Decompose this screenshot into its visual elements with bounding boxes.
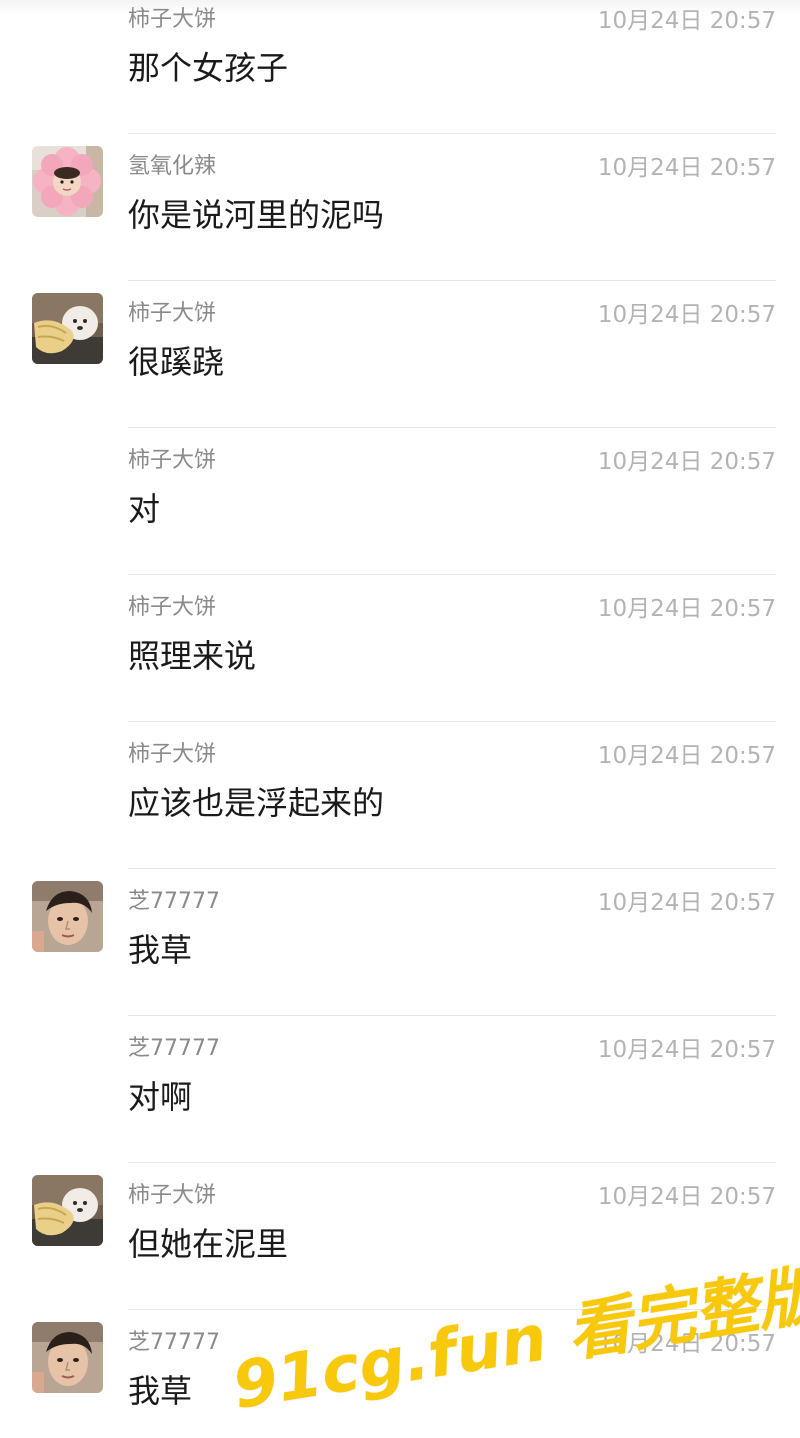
message-text: 对 [128,490,161,528]
message-text: 我草 [128,931,193,969]
message-time: 10月24日 20:57 [597,1037,776,1063]
message-item[interactable]: 柿子大饼 10月24日 20:57 应该也是浮起来的 [0,722,800,869]
message-time: 10月24日 20:57 [597,890,776,916]
avatar[interactable] [32,293,103,364]
avatar[interactable] [32,1175,103,1246]
avatar-dog-image [32,1175,103,1246]
sender-name[interactable]: 柿子大饼 [128,589,216,621]
message-text: 照理来说 [128,637,257,675]
avatar[interactable] [32,146,103,217]
message-item[interactable]: 芝77777 10月24日 20:57 我草 [0,869,800,1016]
message-item[interactable]: 氢氧化辣 10月24日 20:57 你是说河里的泥吗 [0,134,800,281]
message-text: 我草 [128,1372,193,1410]
message-time: 10月24日 20:57 [597,449,776,475]
message-time: 10月24日 20:57 [597,1184,776,1210]
message-text: 应该也是浮起来的 [128,784,385,822]
message-time: 10月24日 20:57 [597,596,776,622]
message-item[interactable]: 柿子大饼 10月24日 20:57 很蹊跷 [0,281,800,428]
avatar[interactable] [32,1322,103,1393]
chat-screen: 柿子大饼 10月24日 20:57 那个女孩子 氢氧化辣 10月24日 20:5… [0,0,800,1438]
avatar-face-image [32,881,103,952]
message-time: 10月24日 20:57 [597,302,776,328]
message-text: 那个女孩子 [128,49,289,87]
message-time: 10月24日 20:57 [597,8,776,34]
message-text: 你是说河里的泥吗 [128,196,385,234]
sender-name[interactable]: 芝77777 [128,1324,220,1356]
sender-name[interactable]: 柿子大饼 [128,295,216,327]
message-item[interactable]: 柿子大饼 10月24日 20:57 照理来说 [0,575,800,722]
sender-name[interactable]: 柿子大饼 [128,1177,216,1209]
avatar-pink-flower-image [32,146,103,217]
avatar[interactable] [32,881,103,952]
sender-name[interactable]: 柿子大饼 [128,736,216,768]
sender-name[interactable]: 氢氧化辣 [128,148,216,180]
message-text: 但她在泥里 [128,1225,289,1263]
avatar-dog-image [32,293,103,364]
sender-name[interactable]: 芝77777 [128,1030,220,1062]
sender-name[interactable]: 芝77777 [128,883,220,915]
message-time: 10月24日 20:57 [597,743,776,769]
sender-name[interactable]: 柿子大饼 [128,442,216,474]
sender-name[interactable]: 柿子大饼 [128,1,216,33]
message-text: 对啊 [128,1078,193,1116]
message-item[interactable]: 柿子大饼 10月24日 20:57 那个女孩子 [0,0,800,134]
avatar-face-image [32,1322,103,1393]
message-item[interactable]: 芝77777 10月24日 20:57 对啊 [0,1016,800,1163]
message-item[interactable]: 柿子大饼 10月24日 20:57 对 [0,428,800,575]
message-text: 很蹊跷 [128,343,225,381]
message-time: 10月24日 20:57 [597,155,776,181]
